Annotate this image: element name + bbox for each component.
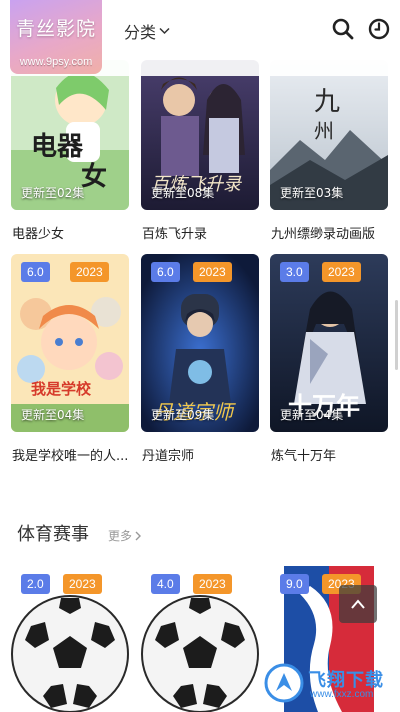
sports-card-2[interactable]: 4.0 2023: [141, 566, 259, 712]
year-badge: 2023: [193, 262, 232, 282]
poster-image: 电器 女 更新至02集: [11, 60, 129, 210]
logo-url: www.9psy.com: [19, 56, 93, 68]
video-card-1[interactable]: 电器 女 更新至02集 电器少女: [11, 60, 129, 242]
watermark-logo-icon: [264, 663, 304, 703]
update-status: 更新至08集: [151, 186, 215, 200]
poster-image: 十万年 3.0 2023 更新至04集: [270, 254, 388, 432]
watermark: 飞翔下载 www.fxxz.com: [262, 662, 394, 704]
year-badge: 2023: [322, 262, 361, 282]
history-clock-icon[interactable]: [367, 17, 391, 41]
site-logo[interactable]: 青丝影院 www.9psy.com: [10, 0, 102, 74]
year-badge: 2023: [193, 574, 232, 594]
back-to-top-button[interactable]: [339, 585, 377, 623]
category-label: 分类: [124, 23, 157, 42]
sports-card-1[interactable]: 2.0 2023: [11, 566, 129, 712]
score-badge: 3.0: [280, 262, 309, 282]
video-title[interactable]: 电器少女: [12, 223, 130, 242]
poster-image: 丹道宗师 6.0 2023 更新至09集: [141, 254, 259, 432]
video-title[interactable]: 炼气十万年: [271, 445, 389, 464]
svg-text:我是学校: 我是学校: [31, 380, 92, 398]
update-status: 更新至04集: [21, 408, 85, 422]
video-card-5[interactable]: 丹道宗师 6.0 2023 更新至09集 丹道宗师: [141, 254, 259, 464]
score-badge: 6.0: [21, 262, 50, 282]
video-title[interactable]: 九州缥缈录动画版: [271, 223, 389, 242]
top-bar: 青丝影院 www.9psy.com 分类: [0, 0, 400, 76]
svg-text:九: 九: [314, 87, 340, 117]
poster-image: 九 州 更新至03集: [270, 60, 388, 210]
score-badge: 6.0: [151, 262, 180, 282]
score-badge: 4.0: [151, 574, 180, 594]
chevron-up-icon: [351, 599, 365, 609]
section-title: 体育赛事: [17, 524, 89, 545]
svg-text:州: 州: [314, 119, 334, 143]
more-link[interactable]: 更多: [108, 527, 142, 544]
scrollbar-thumb[interactable]: [395, 300, 398, 370]
update-status: 更新至04集: [280, 408, 344, 422]
video-card-2[interactable]: 百炼飞升录 更新至08集 百炼飞升录: [141, 60, 259, 242]
video-card-3[interactable]: 九 州 更新至03集 九州缥缈录动画版: [270, 60, 388, 242]
svg-text:女: 女: [81, 161, 107, 192]
poster-image: 百炼飞升录 更新至08集: [141, 60, 259, 210]
poster-image: 我是学校 6.0 2023 更新至04集: [11, 254, 129, 432]
category-dropdown[interactable]: 分类: [124, 18, 170, 44]
search-icon[interactable]: [331, 17, 355, 41]
video-card-4[interactable]: 我是学校 6.0 2023 更新至04集 我是学校唯一的人...: [11, 254, 129, 464]
more-label: 更多: [108, 529, 133, 543]
logo-name: 青丝影院: [15, 18, 96, 40]
video-title[interactable]: 丹道宗师: [142, 445, 260, 464]
year-badge: 2023: [63, 574, 102, 594]
video-card-6[interactable]: 十万年 3.0 2023 更新至04集 炼气十万年: [270, 254, 388, 464]
score-badge: 9.0: [280, 574, 309, 594]
score-badge: 2.0: [21, 574, 50, 594]
svg-text:电器: 电器: [31, 132, 84, 162]
chevron-right-icon: [135, 531, 142, 540]
poster-image: 4.0 2023: [141, 566, 259, 712]
page: 电器 女 更新至02集 电器少女 百炼飞升录 更新至08集 百炼飞升录 九 州 …: [0, 0, 400, 712]
year-badge: 2023: [70, 262, 109, 282]
video-title[interactable]: 我是学校唯一的人...: [12, 445, 130, 464]
update-status: 更新至03集: [280, 186, 344, 200]
update-status: 更新至09集: [151, 408, 215, 422]
update-status: 更新至02集: [21, 186, 85, 200]
poster-image: 2.0 2023: [11, 566, 129, 712]
chevron-down-icon: [159, 27, 170, 35]
video-title[interactable]: 百炼飞升录: [142, 223, 260, 242]
watermark-url: www.fxxz.com: [310, 689, 374, 700]
